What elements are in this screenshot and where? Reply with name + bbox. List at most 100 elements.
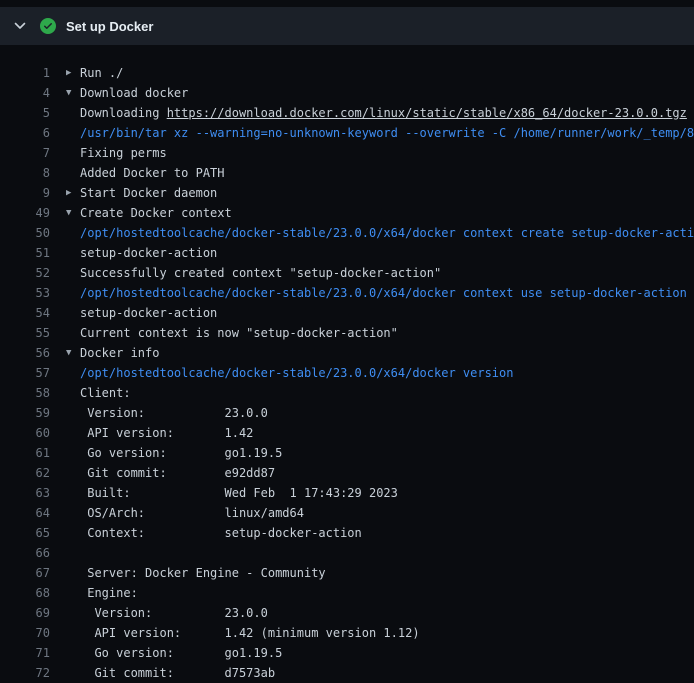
log-row: 64 OS/Arch: linux/amd64 bbox=[0, 503, 694, 523]
log-text: Git commit: d7573ab bbox=[80, 663, 275, 683]
line-number[interactable]: 60 bbox=[0, 423, 50, 443]
line-number[interactable]: 57 bbox=[0, 363, 50, 383]
log-area[interactable]: 1 ▶ Run ./ 4 ▼ Download docker 5 Downloading ht… bbox=[0, 45, 694, 683]
collapsed-arrow-icon[interactable]: ▶ bbox=[66, 63, 71, 83]
line-number[interactable]: 4 bbox=[0, 83, 50, 103]
step-header[interactable]: Set up Docker bbox=[0, 7, 694, 45]
line-number[interactable]: 67 bbox=[0, 563, 50, 583]
log-group-row[interactable]: 56 ▼ Docker info bbox=[0, 343, 694, 363]
line-number[interactable]: 5 bbox=[0, 103, 50, 123]
log-text: Engine: bbox=[80, 583, 138, 603]
log-text: Create Docker context bbox=[80, 203, 232, 223]
log-text: setup-docker-action bbox=[80, 303, 217, 323]
log-row: 7 Fixing perms bbox=[0, 143, 694, 163]
log-row: 59 Version: 23.0.0 bbox=[0, 403, 694, 423]
log-row: 69 Version: 23.0.0 bbox=[0, 603, 694, 623]
line-number[interactable]: 53 bbox=[0, 283, 50, 303]
log-command-text: /usr/bin/tar xz --warning=no-unknown-key… bbox=[80, 123, 694, 143]
log-row: 55 Current context is now "setup-docker-a… bbox=[0, 323, 694, 343]
log-command-text: /opt/hostedtoolcache/docker-stable/23.0.… bbox=[80, 223, 694, 243]
log-text: Downloading bbox=[80, 106, 167, 120]
line-number[interactable]: 72 bbox=[0, 663, 50, 683]
log-text: API version: 1.42 bbox=[80, 423, 253, 443]
log-row: 71 Go version: go1.19.5 bbox=[0, 643, 694, 663]
log-row: 51 setup-docker-action bbox=[0, 243, 694, 263]
log-text: API version: 1.42 (minimum version 1.12) bbox=[80, 623, 420, 643]
line-number[interactable]: 70 bbox=[0, 623, 50, 643]
log-text: Fixing perms bbox=[80, 143, 167, 163]
log-row: 6/usr/bin/tar xz --warning=no-unknown-ke… bbox=[0, 123, 694, 143]
line-number[interactable]: 63 bbox=[0, 483, 50, 503]
log-text: Server: Docker Engine - Community bbox=[80, 563, 326, 583]
line-number[interactable]: 55 bbox=[0, 323, 50, 343]
collapsed-arrow-icon[interactable]: ▶ bbox=[66, 183, 71, 203]
log-row: 67 Server: Docker Engine - Community bbox=[0, 563, 694, 583]
line-number[interactable]: 64 bbox=[0, 503, 50, 523]
line-number[interactable]: 52 bbox=[0, 263, 50, 283]
log-command-text: /opt/hostedtoolcache/docker-stable/23.0.… bbox=[80, 283, 687, 303]
log-row: 68 Engine: bbox=[0, 583, 694, 603]
log-row: 62 Git commit: e92dd87 bbox=[0, 463, 694, 483]
log-row: 54 setup-docker-action bbox=[0, 303, 694, 323]
log-row: 70 API version: 1.42 (minimum version 1.… bbox=[0, 623, 694, 643]
line-number[interactable]: 68 bbox=[0, 583, 50, 603]
log-text: Version: 23.0.0 bbox=[80, 603, 268, 623]
log-text: Version: 23.0.0 bbox=[80, 403, 268, 423]
expanded-arrow-icon[interactable]: ▼ bbox=[66, 83, 71, 103]
log-row: 63 Built: Wed Feb 1 17:43:29 2023 bbox=[0, 483, 694, 503]
line-number[interactable]: 65 bbox=[0, 523, 50, 543]
log-group-row[interactable]: 1 ▶ Run ./ bbox=[0, 63, 694, 83]
log-text: Built: Wed Feb 1 17:43:29 2023 bbox=[80, 483, 398, 503]
log-row: 57/opt/hostedtoolcache/docker-stable/23.… bbox=[0, 363, 694, 383]
line-number[interactable]: 71 bbox=[0, 643, 50, 663]
log-group-row[interactable]: 49 ▼ Create Docker context bbox=[0, 203, 694, 223]
log-text: setup-docker-action bbox=[80, 243, 217, 263]
expanded-arrow-icon[interactable]: ▼ bbox=[66, 203, 71, 223]
log-text: Run ./ bbox=[80, 63, 123, 83]
line-number[interactable]: 54 bbox=[0, 303, 50, 323]
line-number[interactable]: 61 bbox=[0, 443, 50, 463]
log-link[interactable]: https://download.docker.com/linux/static… bbox=[167, 106, 687, 120]
log-group-row[interactable]: 9 ▶ Start Docker daemon bbox=[0, 183, 694, 203]
log-row: 50/opt/hostedtoolcache/docker-stable/23.… bbox=[0, 223, 694, 243]
log-text: Go version: go1.19.5 bbox=[80, 443, 282, 463]
log-command-text: /opt/hostedtoolcache/docker-stable/23.0.… bbox=[80, 363, 513, 383]
log-row: 8Added Docker to PATH bbox=[0, 163, 694, 183]
line-number[interactable]: 62 bbox=[0, 463, 50, 483]
step-title: Set up Docker bbox=[66, 19, 153, 34]
line-number[interactable]: 56 bbox=[0, 343, 50, 363]
log-text: OS/Arch: linux/amd64 bbox=[80, 503, 304, 523]
line-number[interactable]: 51 bbox=[0, 243, 50, 263]
log-text: Current context is now "setup-docker-act… bbox=[80, 323, 398, 343]
line-number[interactable]: 50 bbox=[0, 223, 50, 243]
log-row: 53/opt/hostedtoolcache/docker-stable/23.… bbox=[0, 283, 694, 303]
line-number[interactable]: 1 bbox=[0, 63, 50, 83]
log-row: 5 Downloading https://download.docker.com… bbox=[0, 103, 694, 123]
line-number[interactable]: 9 bbox=[0, 183, 50, 203]
line-number[interactable]: 7 bbox=[0, 143, 50, 163]
line-number[interactable]: 8 bbox=[0, 163, 50, 183]
line-number[interactable]: 58 bbox=[0, 383, 50, 403]
log-row: 58 Client: bbox=[0, 383, 694, 403]
log-text: Download docker bbox=[80, 83, 188, 103]
log-text: Go version: go1.19.5 bbox=[80, 643, 282, 663]
expanded-arrow-icon[interactable]: ▼ bbox=[66, 343, 71, 363]
log-text: Successfully created context "setup-dock… bbox=[80, 263, 441, 283]
log-row: 61 Go version: go1.19.5 bbox=[0, 443, 694, 463]
log-row: 60 API version: 1.42 bbox=[0, 423, 694, 443]
log-text: Context: setup-docker-action bbox=[80, 523, 362, 543]
chevron-down-icon[interactable] bbox=[14, 20, 26, 32]
log-text: Git commit: e92dd87 bbox=[80, 463, 275, 483]
log-text: Docker info bbox=[80, 343, 159, 363]
page-top-strip bbox=[0, 0, 694, 7]
line-number[interactable]: 59 bbox=[0, 403, 50, 423]
log-group-row[interactable]: 4 ▼ Download docker bbox=[0, 83, 694, 103]
line-number[interactable]: 69 bbox=[0, 603, 50, 623]
line-number[interactable]: 66 bbox=[0, 543, 50, 563]
log-row: 72 Git commit: d7573ab bbox=[0, 663, 694, 683]
log-text: Start Docker daemon bbox=[80, 183, 217, 203]
line-number[interactable]: 6 bbox=[0, 123, 50, 143]
log-text: Client: bbox=[80, 383, 131, 403]
line-number[interactable]: 49 bbox=[0, 203, 50, 223]
log-row: 52 Successfully created context "setup-do… bbox=[0, 263, 694, 283]
